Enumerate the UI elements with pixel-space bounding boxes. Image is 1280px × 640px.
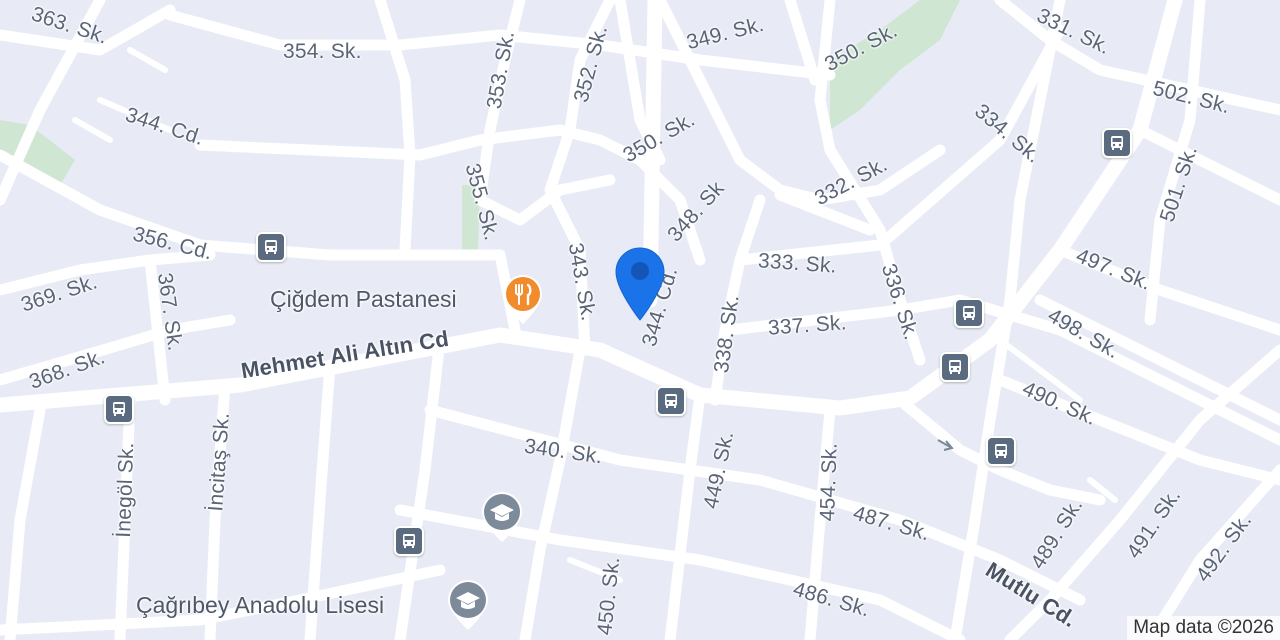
fork-knife-icon	[504, 275, 542, 324]
map-attribution[interactable]: Map data ©2026	[1127, 616, 1280, 640]
street-label: İnegöl Sk.	[112, 441, 139, 539]
restaurant-marker[interactable]	[500, 272, 546, 331]
bus-stop-icon[interactable]	[986, 436, 1016, 466]
school-marker[interactable]	[478, 488, 526, 549]
map-canvas[interactable]: 363. Sk. 354. Sk. 353. Sk. 352. Sk. 349.…	[0, 0, 1280, 640]
bus-stop-icon[interactable]	[256, 232, 286, 262]
bus-stop-icon[interactable]	[1102, 128, 1132, 158]
poi-label-lise[interactable]: Çağrıbey Anadolu Lisesi	[136, 592, 384, 619]
graduation-cap-icon	[448, 580, 488, 630]
bus-stop-icon[interactable]	[104, 394, 134, 424]
bus-stop-icon[interactable]	[954, 298, 984, 328]
street-label: 454. Sk.	[815, 442, 842, 522]
location-pin[interactable]	[612, 244, 668, 327]
poi-label-pastane[interactable]: Çiğdem Pastanesi	[270, 286, 457, 313]
bus-stop-icon[interactable]	[940, 352, 970, 382]
bus-stop-icon[interactable]	[656, 386, 686, 416]
graduation-cap-icon	[482, 492, 522, 542]
bus-stop-icon[interactable]	[394, 526, 424, 556]
street-label: 354. Sk.	[283, 40, 362, 63]
school-marker[interactable]	[444, 576, 492, 637]
location-pin-icon	[615, 247, 665, 321]
